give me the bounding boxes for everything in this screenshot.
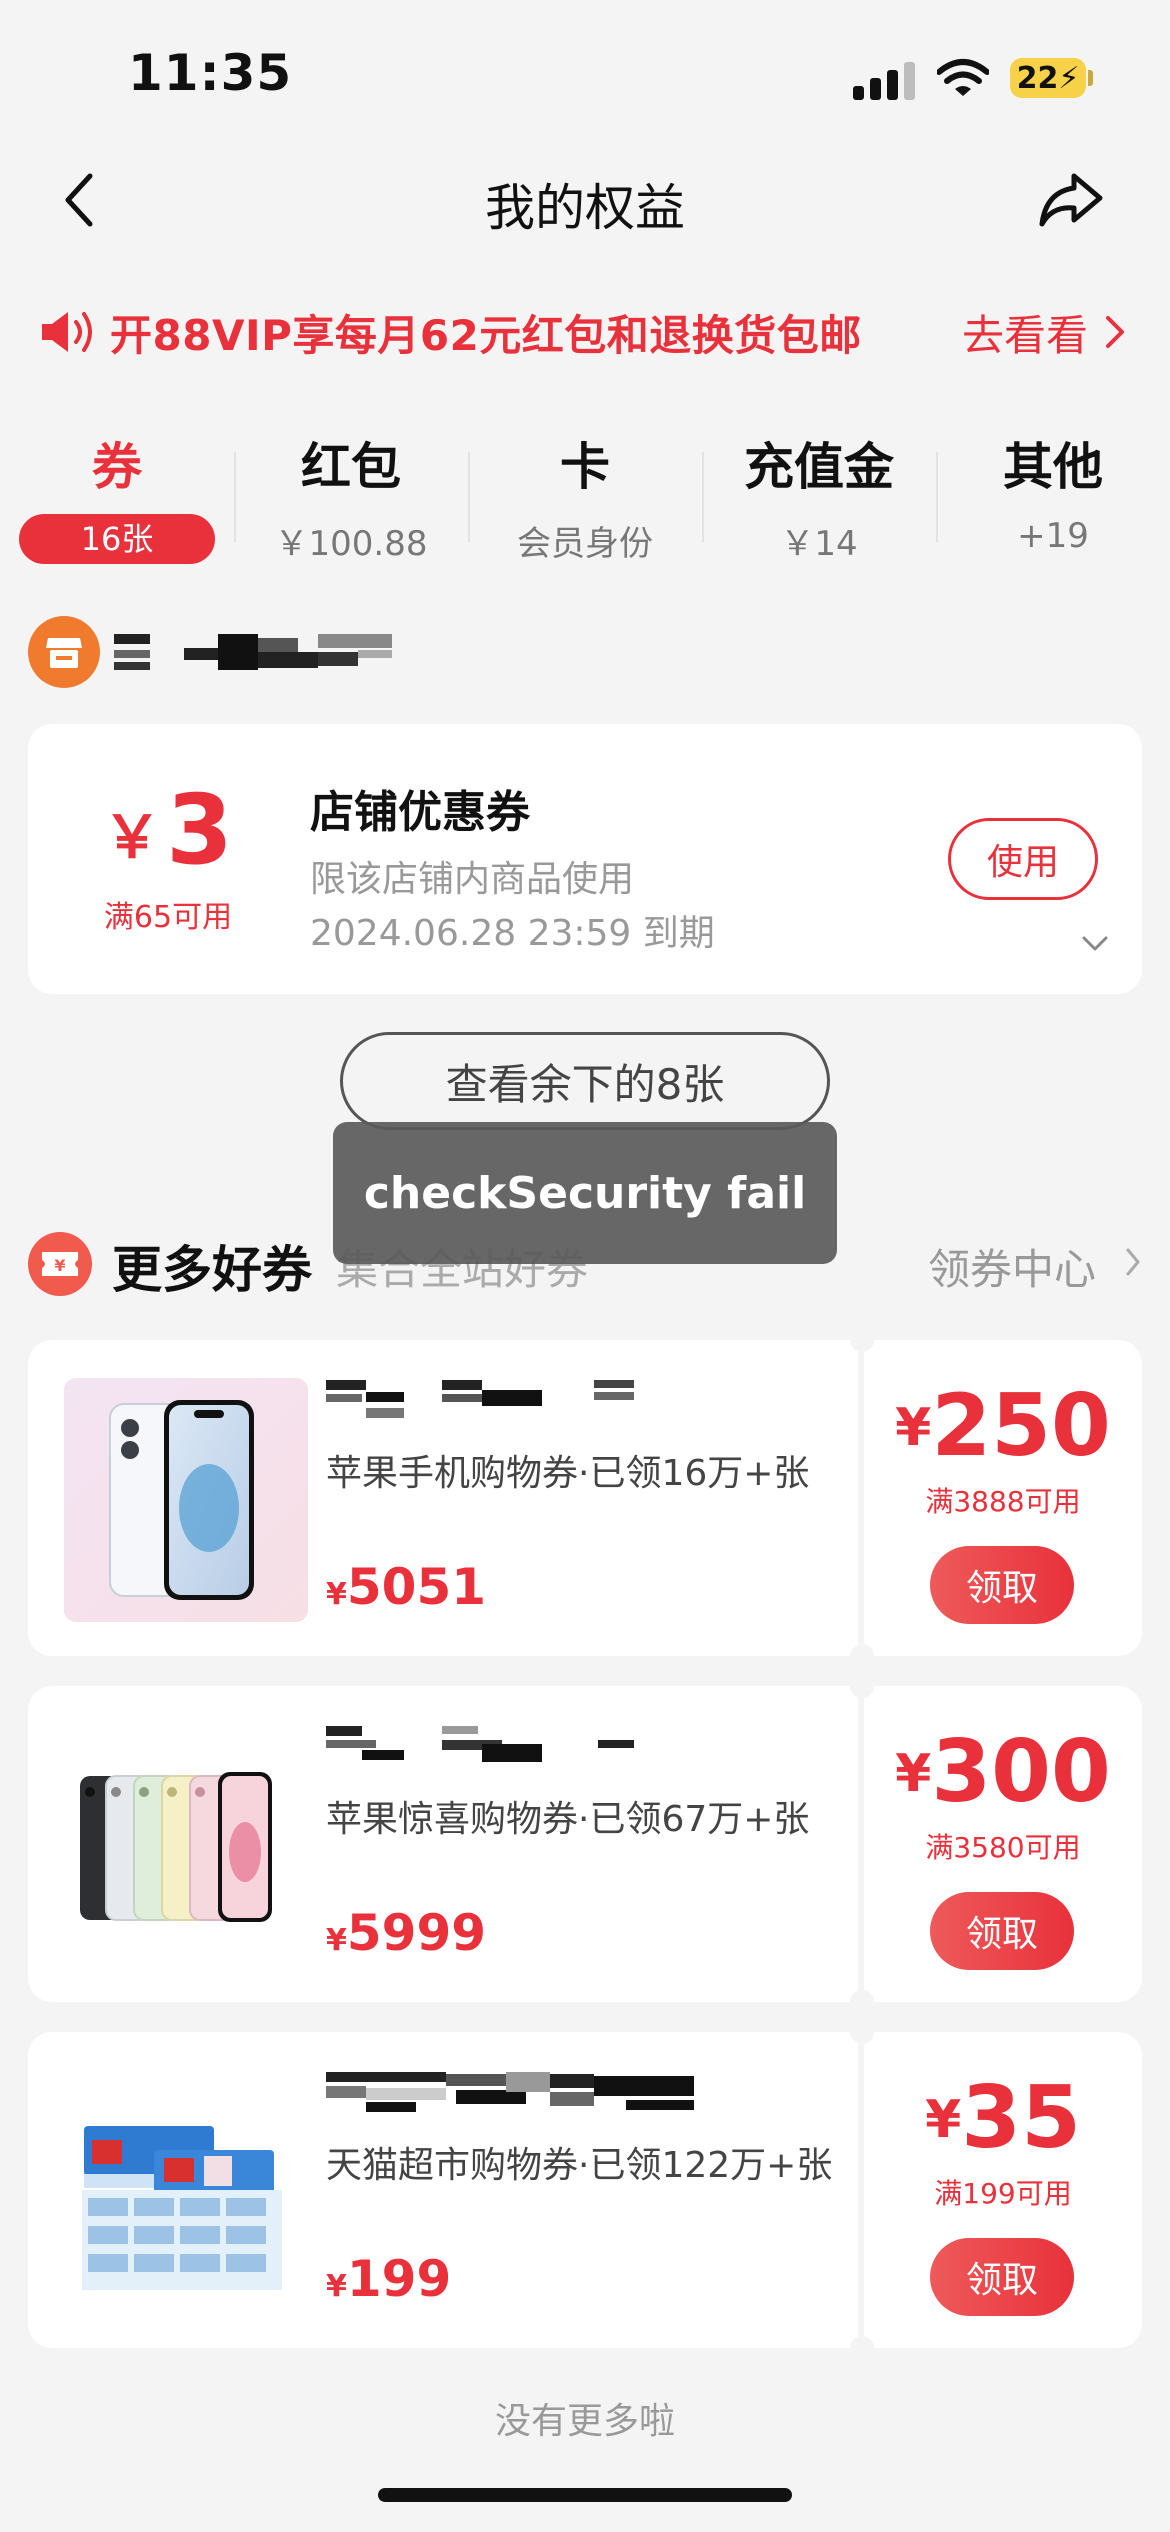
tab-count-badge: 16张 [19,514,215,564]
error-toast: checkSecurity fail [333,1122,837,1264]
coupon-expiry: 2024.06.28 23:59 到期 [310,913,715,954]
battery-level: 22 [1016,60,1059,96]
deal-price: ¥5999 [326,1904,486,1962]
chevron-down-icon[interactable] [1080,932,1110,956]
share-icon[interactable] [1036,168,1106,232]
tab-others[interactable]: 其他 +19 [936,432,1170,582]
tab-sub: 会员身份 [517,524,653,564]
deal-coupon-value: 250 [931,1376,1111,1476]
end-of-list-text: 没有更多啦 [494,2401,675,2442]
store-name-redacted[interactable] [114,630,394,674]
tab-sub: ￥100.88 [274,524,428,564]
tab-red-packets[interactable]: 红包 ￥100.88 [234,432,468,582]
shop-icon [46,638,82,668]
tab-sub: ￥14 [780,524,858,564]
currency-symbol: ¥ [326,2269,347,2304]
ticket-notch [850,2020,874,2044]
ticket-notch [850,1990,874,2014]
deal-condition: 满3580可用 [925,1831,1081,1864]
product-title-redacted [326,1380,634,1418]
section-title: 更多好券 [112,1241,312,1299]
use-coupon-button[interactable]: 使用 [948,818,1098,900]
product-title-redacted [326,1726,634,1762]
promo-text: 开88VIP享每月62元红包和退换货包邮 [110,311,862,360]
deal-coupon-amount: ¥35 [864,2068,1142,2168]
product-image-iphone[interactable] [64,1378,308,1622]
tab-label: 红包 [301,438,401,496]
deal-price: ¥199 [326,2250,451,2308]
claim-button[interactable]: 领取 [930,1546,1074,1624]
chevron-right-icon [1106,316,1124,348]
speaker-icon [42,312,92,352]
deal-condition: 满3888可用 [925,1485,1081,1518]
deal-name: 苹果惊喜购物券·已领67万+张 [326,1799,810,1840]
currency-symbol: ¥ [895,1398,932,1458]
tab-coupons[interactable]: 券 16张 [0,432,234,582]
deal-price-value: 5999 [346,1904,487,1962]
chevron-right-icon [1126,1248,1140,1276]
deal-coupon-amount: ¥250 [864,1376,1142,1476]
deal-card[interactable]: 天猫超市购物券·已领122万+张 ¥199 ¥35 满199可用 领取 [28,2020,1142,2360]
currency-symbol: ¥ [326,1577,347,1612]
ticket-notch [850,1644,874,1668]
product-image-iphone-colors[interactable] [64,1724,308,1968]
coupon-title: 店铺优惠券 [310,787,530,838]
product-title-redacted [326,2072,694,2112]
tab-label: 充值金 [744,438,894,496]
home-indicator[interactable] [378,2488,792,2502]
claim-button[interactable]: 领取 [930,2238,1074,2316]
deal-card[interactable]: 苹果惊喜购物券·已领67万+张 ¥5999 ¥300 满3580可用 领取 [28,1674,1142,2014]
view-remaining-button[interactable]: 查看余下的8张 [340,1032,830,1130]
coupon-amount: ￥ 3 [28,774,308,886]
benefit-tabs: 券 16张 红包 ￥100.88 卡 会员身份 充值金 ￥14 其他 +19 [0,432,1170,582]
coupon-ticket-icon: ¥ [28,1232,92,1296]
deal-name: 天猫超市购物券·已领122万+张 [326,2145,833,2186]
back-icon[interactable] [60,168,100,232]
ticket-notch [850,2336,874,2360]
tab-top-up[interactable]: 充值金 ￥14 [702,432,936,582]
currency-symbol: ¥ [925,2090,962,2150]
deal-condition: 满199可用 [934,2177,1072,2210]
wifi-icon [937,59,989,96]
tab-sub: +19 [1017,516,1089,556]
currency-symbol: ¥ [326,1923,347,1958]
coupon-value: 3 [166,774,233,886]
tab-label: 其他 [1003,438,1103,496]
deal-coupon-amount: ¥300 [864,1722,1142,1822]
coupon-condition: 满65可用 [103,900,233,935]
deal-price: ¥5051 [326,1558,486,1616]
deal-name: 苹果手机购物券·已领16万+张 [326,1453,810,1494]
currency-symbol: ¥ [895,1744,932,1804]
claim-button[interactable]: 领取 [930,1892,1074,1970]
promo-link[interactable]: 去看看 [962,302,1088,363]
deal-coupon-value: 35 [961,2068,1081,2168]
ticket-notch [850,1674,874,1698]
tab-label: 卡 [560,438,610,496]
coupon-center-link[interactable]: 领券中心 [928,1236,1096,1297]
deal-price-value: 199 [346,2250,452,2308]
store-icon[interactable] [28,616,100,688]
deal-coupon-value: 300 [931,1722,1111,1822]
coupon-description: 限该店铺内商品使用 [310,859,635,900]
deal-card[interactable]: 苹果手机购物券·已领16万+张 ¥5051 ¥250 满3888可用 领取 [28,1328,1142,1668]
page-title: 我的权益 [485,179,685,237]
battery-cap [1088,70,1093,86]
svg-text:¥: ¥ [54,1256,65,1275]
deal-price-value: 5051 [346,1558,487,1616]
product-image-tissues[interactable] [64,2070,308,2314]
tab-cards[interactable]: 卡 会员身份 [468,432,702,582]
tab-label: 券 [92,438,142,496]
status-time: 11:35 [128,44,293,102]
currency-symbol: ￥ [103,803,162,871]
cellular-signal-icon [853,60,917,100]
ticket-notch [850,1328,874,1352]
battery-icon: 22 ⚡ [1010,58,1086,98]
